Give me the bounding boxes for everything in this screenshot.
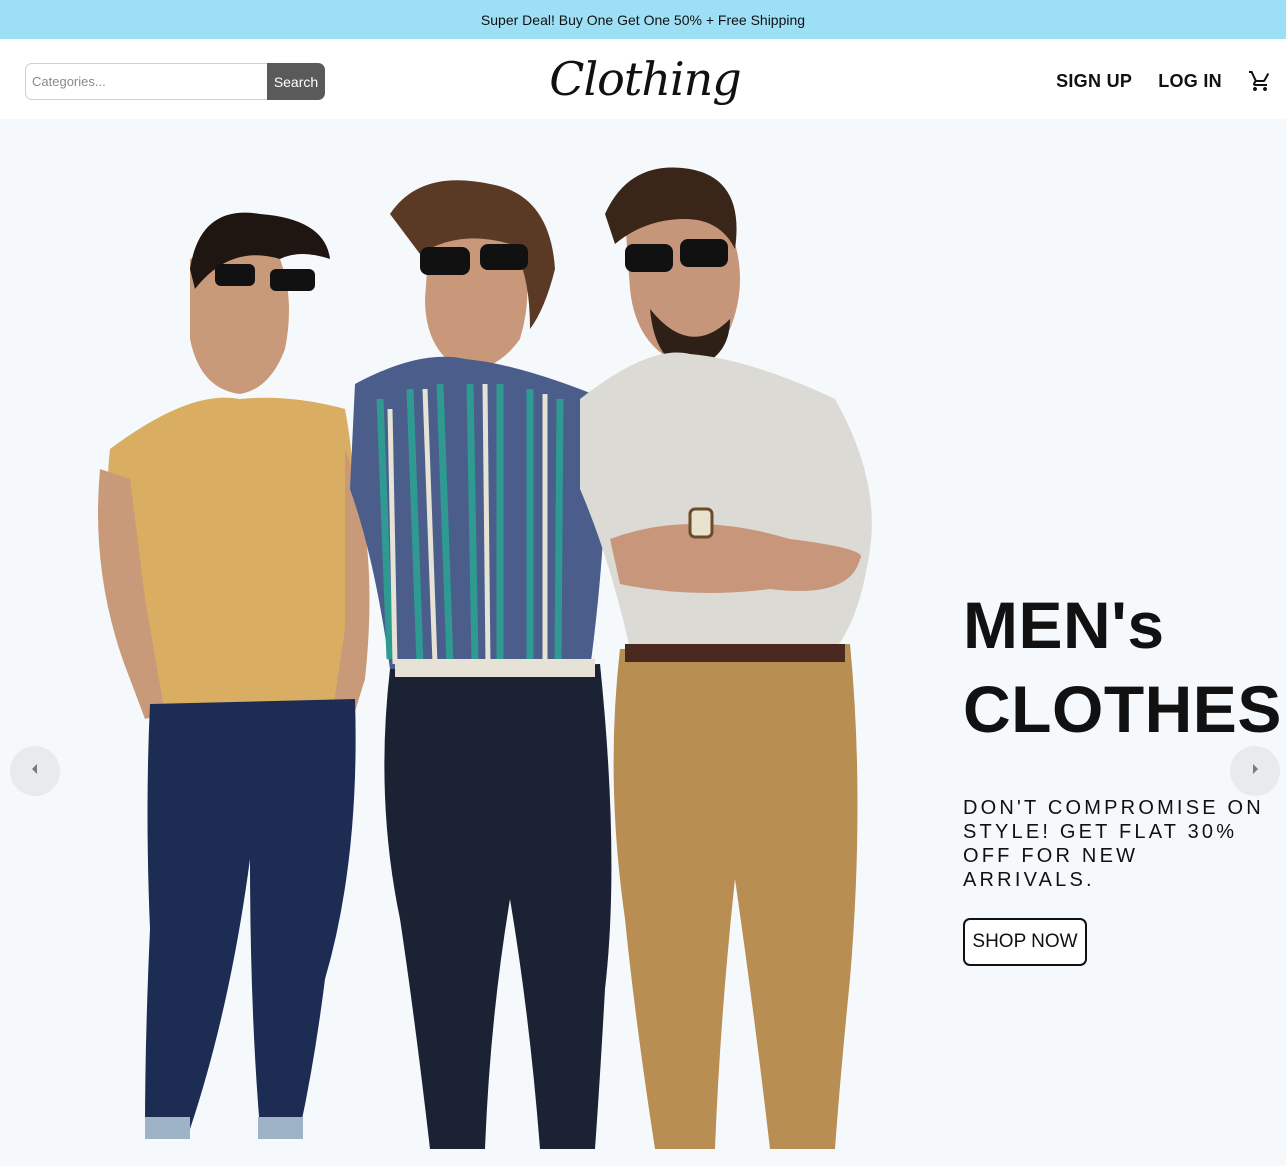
shopping-cart-icon[interactable]	[1248, 69, 1272, 93]
slider-next-button[interactable]	[1230, 746, 1280, 796]
signup-link[interactable]: SIGN UP	[1056, 71, 1132, 92]
header-nav: SIGN UP LOG IN	[1056, 63, 1272, 99]
login-link[interactable]: LOG IN	[1158, 71, 1222, 92]
headline-line-2: CLOTHES	[963, 672, 1282, 746]
promo-banner: Super Deal! Buy One Get One 50% + Free S…	[0, 0, 1286, 39]
search-button[interactable]: Search	[267, 63, 325, 100]
chevron-left-icon	[30, 762, 40, 780]
slider-prev-button[interactable]	[10, 746, 60, 796]
model-middle	[350, 180, 612, 1149]
promo-text: Super Deal! Buy One Get One 50% + Free S…	[480, 11, 806, 28]
logo-text: Clothing	[549, 52, 741, 106]
hero-model-photo	[98, 167, 872, 1149]
site-logo[interactable]: Clothing	[549, 41, 741, 117]
model-right	[580, 167, 872, 1149]
chevron-right-icon	[1250, 762, 1260, 780]
headline-line-1: MEN's	[963, 588, 1165, 662]
search-input[interactable]	[25, 63, 267, 100]
shop-now-button[interactable]: SHOP NOW	[963, 918, 1087, 966]
search-bar: Search	[25, 63, 325, 100]
hero-tagline: DON'T COMPROMISE ON STYLE! GET FLAT 30% …	[963, 797, 1264, 891]
hero-headline: MEN's CLOTHES	[963, 583, 1282, 751]
site-header: Search Clothing SIGN UP LOG IN	[0, 39, 1286, 119]
model-left	[98, 212, 370, 1139]
hero-slider: MEN's CLOTHES DON'T COMPROMISE ON STYLE!…	[0, 119, 1286, 1166]
